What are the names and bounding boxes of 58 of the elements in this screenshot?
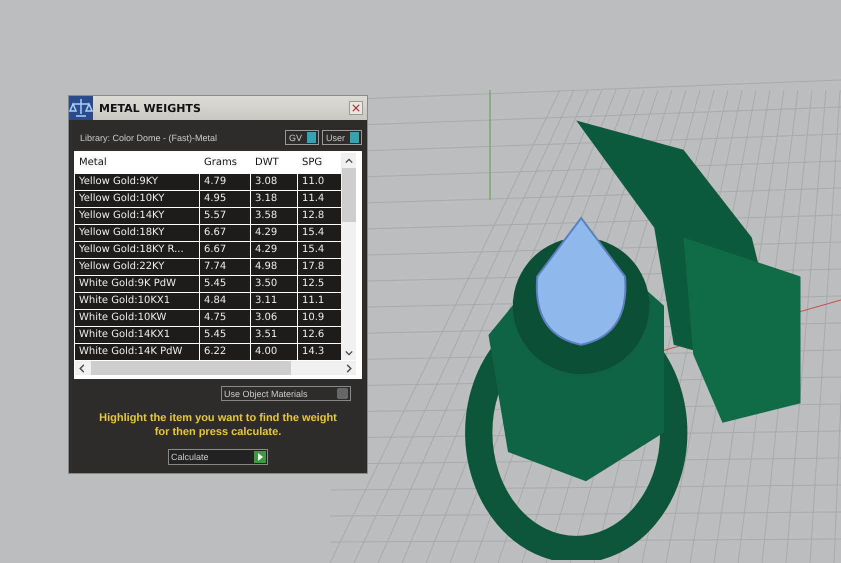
table-cell: 4.29	[251, 225, 297, 241]
table-cell: 6.67	[200, 242, 250, 258]
table-cell: 4.00	[251, 344, 297, 360]
table-cell: White Gold:9K PdW	[75, 276, 199, 292]
table-cell: Yellow Gold:18KY	[75, 225, 199, 241]
table-cell: 12.8	[298, 208, 342, 224]
toggle-button[interactable]: User	[322, 130, 362, 145]
table-cell: 3.08	[251, 174, 297, 190]
table-cell: 5.57	[200, 208, 250, 224]
table-cell: Yellow Gold:22KY	[75, 259, 199, 275]
table-cell: 15.4	[298, 242, 342, 258]
table-cell: White Gold:14KX1	[75, 327, 199, 343]
table-cell: 6.67	[200, 225, 250, 241]
table-cell: 3.58	[251, 208, 297, 224]
table-cell: 3.06	[251, 310, 297, 326]
table-cell: 12.6	[298, 327, 342, 343]
table-cell: 6.22	[200, 344, 250, 360]
use-object-materials-toggle[interactable]: Use Object Materials	[221, 386, 351, 401]
table-cell: 3.51	[251, 327, 297, 343]
window-title: METAL WEIGHTS	[99, 102, 202, 114]
table-cell: 11.0	[298, 174, 342, 190]
table-cell: 4.84	[200, 293, 250, 309]
table-cell: Yellow Gold:10KY	[75, 191, 199, 207]
library-label: Library: Color Dome - (Fast)-Metal	[80, 132, 218, 142]
table-cell: White Gold:14K PdW	[75, 344, 199, 360]
table-cell: 5.45	[200, 327, 250, 343]
table-cell: 14.3	[298, 344, 342, 360]
table-cell: 4.79	[200, 174, 250, 190]
table-cell: 4.29	[251, 242, 297, 258]
table-cell: Yellow Gold:14KY	[75, 208, 199, 224]
table-cell: 3.11	[251, 293, 297, 309]
table-cell: 7.74	[200, 259, 250, 275]
table-cell: 5.45	[200, 276, 250, 292]
table-cell: 4.95	[200, 191, 250, 207]
table-cell: 3.18	[251, 191, 297, 207]
horizontal-scrollbar[interactable]	[75, 361, 356, 375]
table-cell: 4.98	[251, 259, 297, 275]
table-cell: White Gold:10KW	[75, 310, 199, 326]
instruction-text: Highlight the item you want to find the weight for then press calculate.	[98, 411, 338, 439]
table-cell: 11.1	[298, 293, 342, 309]
play-icon	[254, 451, 266, 463]
table-cell: 17.8	[298, 259, 342, 275]
table-cell: 12.5	[298, 276, 342, 292]
table-cell: White Gold:10KX1	[75, 293, 199, 309]
table-cell: 10.9	[298, 310, 342, 326]
calculate-button[interactable]: Calculate	[168, 449, 268, 465]
table-cell: Yellow Gold:18KY R...	[75, 242, 199, 258]
toggle-button[interactable]: GV	[284, 130, 319, 145]
balance-scale-icon	[69, 96, 93, 120]
close-button[interactable]	[349, 101, 363, 115]
table-cell: 4.75	[200, 310, 250, 326]
scrollbar-thumb[interactable]	[91, 361, 291, 375]
vertical-scrollbar[interactable]	[341, 153, 356, 360]
table-cell: 15.4	[298, 225, 342, 241]
table-cell: Yellow Gold:9KY	[75, 174, 199, 190]
scrollbar-thumb[interactable]	[342, 168, 356, 222]
table-cell: 11.4	[298, 191, 342, 207]
table-cell: 3.50	[251, 276, 297, 292]
